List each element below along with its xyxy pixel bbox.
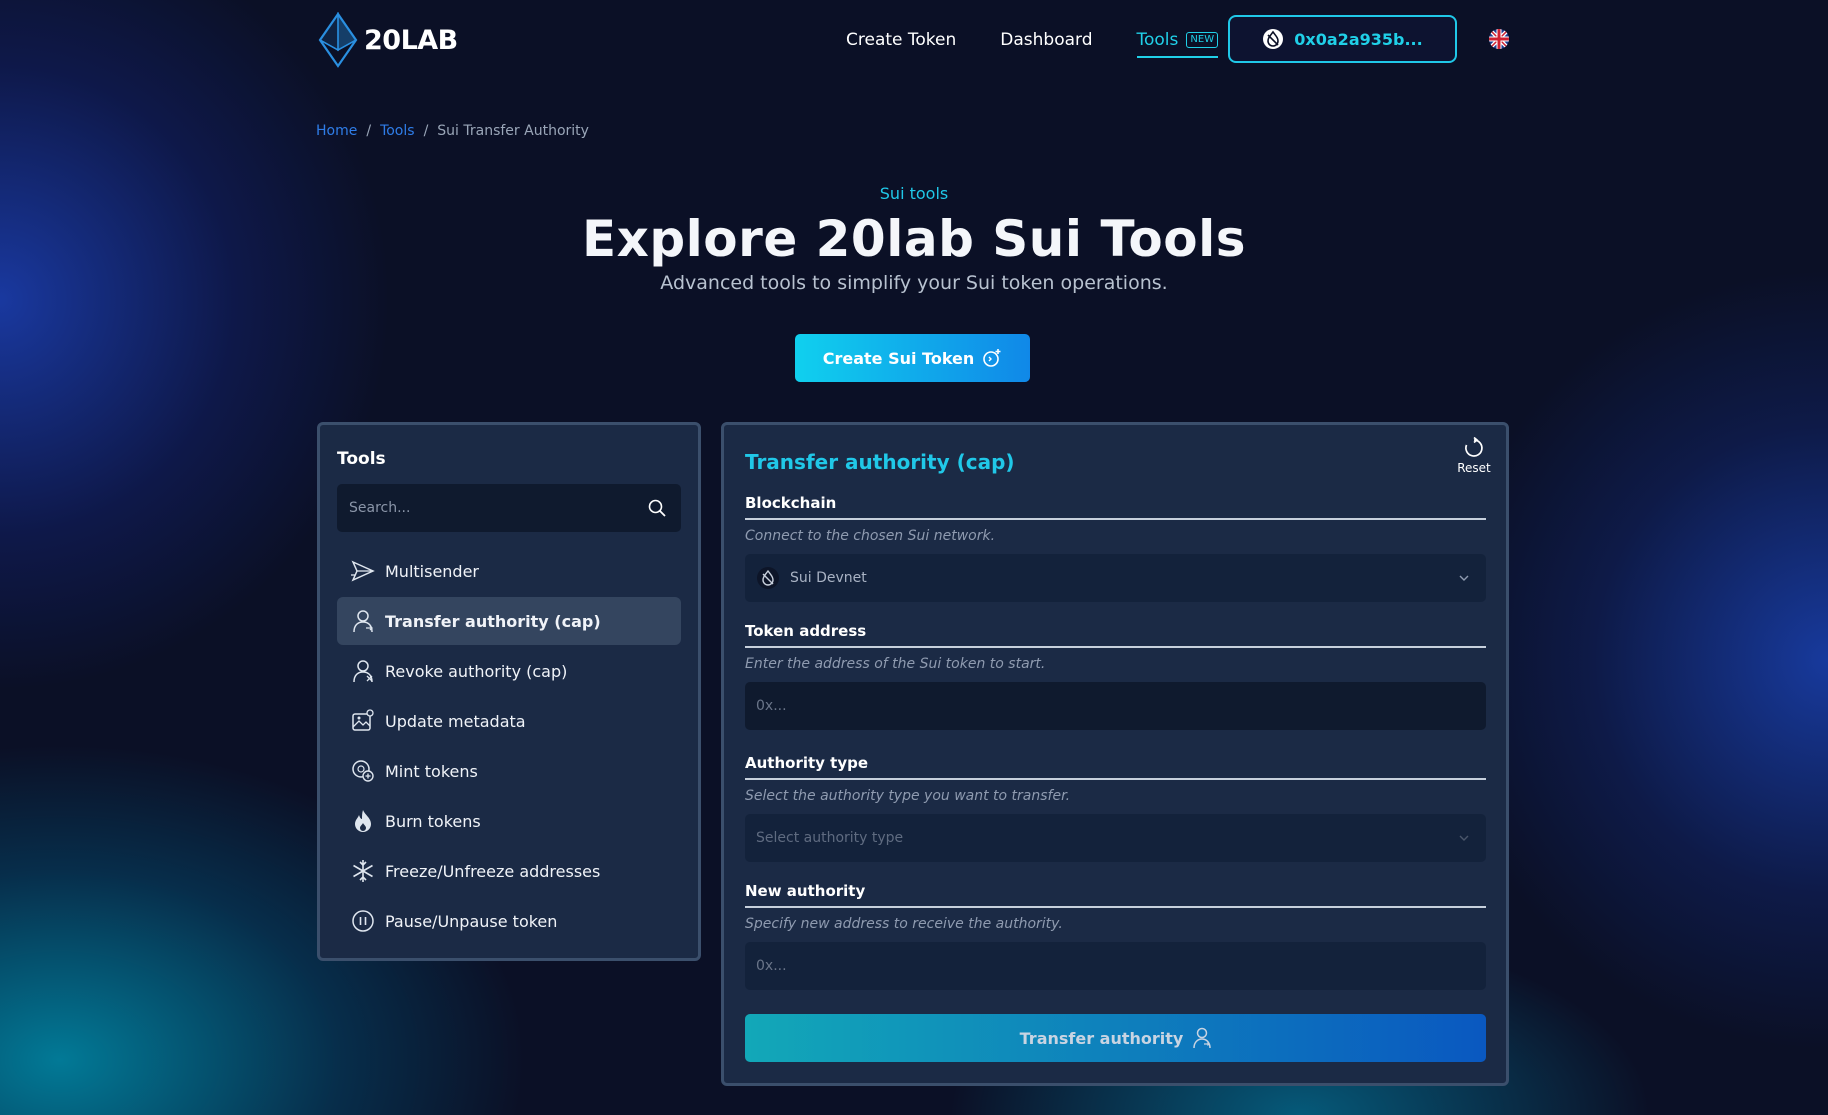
breadcrumb-separator: / — [366, 123, 372, 139]
authority-type-label: Authority type — [745, 754, 1486, 780]
tool-item-label: Multisender — [385, 561, 480, 581]
tools-sidebar-title: Tools — [337, 449, 386, 469]
authority-type-placeholder: Select authority type — [756, 830, 904, 846]
tools-search-input[interactable] — [337, 484, 637, 532]
sui-network-icon — [1263, 29, 1284, 49]
authority-type-field: Authority type Select the authority type… — [745, 754, 1486, 862]
main-nav: Create Token Dashboard Tools NEW — [846, 22, 1238, 58]
token-address-input[interactable] — [756, 698, 1486, 714]
tool-item-label: Pause/Unpause token — [385, 911, 558, 931]
transfer-authority-label: Transfer authority — [1019, 1028, 1184, 1048]
tool-item-label: Freeze/Unfreeze addresses — [385, 861, 601, 881]
authority-type-help: Select the authority type you want to tr… — [745, 788, 1071, 804]
transfer-authority-button[interactable]: Transfer authority — [745, 1014, 1486, 1062]
coin-sparkle-icon — [983, 349, 1001, 367]
nav-create-token[interactable]: Create Token — [846, 30, 956, 50]
reset-label: Reset — [1457, 461, 1491, 475]
top-header: 20LAB Create Token Dashboard Tools NEW 0… — [0, 0, 1828, 80]
chevron-down-icon — [1459, 575, 1469, 581]
coin-plus-icon — [351, 759, 375, 783]
user-transfer-icon — [351, 609, 375, 633]
tool-item-update-metadata[interactable]: Update metadata — [337, 697, 681, 745]
ethereum-diamond-logo-icon — [318, 12, 358, 68]
new-authority-box — [745, 942, 1486, 990]
tool-item-label: Transfer authority (cap) — [385, 611, 601, 631]
nav-tools-label: Tools — [1136, 30, 1179, 50]
image-edit-icon — [351, 709, 375, 733]
hero-subtitle: Advanced tools to simplify your Sui toke… — [660, 272, 1168, 294]
wallet-address: 0x0a2a935b... — [1294, 29, 1423, 49]
breadcrumb: Home / Tools / Sui Transfer Authority — [316, 123, 589, 139]
tool-item-freeze-addresses[interactable]: Freeze/Unfreeze addresses — [337, 847, 681, 895]
brand-name: 20LAB — [364, 24, 458, 56]
create-sui-token-label: Create Sui Token — [822, 348, 975, 368]
tool-item-multisender[interactable]: Multisender — [337, 547, 681, 595]
tools-sidebar: Tools Multisender Transfer authority (ca… — [317, 422, 701, 961]
create-sui-token-button[interactable]: Create Sui Token — [795, 334, 1030, 382]
authority-type-select[interactable]: Select authority type — [745, 814, 1486, 862]
language-flag-icon[interactable] — [1489, 29, 1509, 49]
page-title: Explore 20lab Sui Tools — [581, 210, 1247, 268]
new-authority-input[interactable] — [756, 958, 1486, 974]
send-icon — [351, 559, 375, 583]
tools-search — [337, 484, 681, 532]
token-address-label: Token address — [745, 622, 1486, 648]
brand-logo[interactable]: 20LAB — [316, 12, 458, 68]
search-icon[interactable] — [647, 498, 667, 518]
tool-item-revoke-authority[interactable]: Revoke authority (cap) — [337, 647, 681, 695]
transfer-authority-form: Transfer authority (cap) Reset Blockchai… — [721, 422, 1509, 1086]
tool-item-mint-tokens[interactable]: Mint tokens — [337, 747, 681, 795]
form-title: Transfer authority (cap) — [745, 450, 1015, 474]
token-address-help: Enter the address of the Sui token to st… — [745, 656, 1046, 672]
tool-item-label: Mint tokens — [385, 761, 478, 781]
token-address-field: Token address Enter the address of the S… — [745, 622, 1486, 730]
reset-button[interactable]: Reset — [1456, 437, 1492, 475]
blockchain-help: Connect to the chosen Sui network. — [745, 528, 996, 544]
pause-icon — [351, 909, 375, 933]
new-badge: NEW — [1186, 32, 1219, 48]
wallet-button[interactable]: 0x0a2a935b... — [1228, 15, 1457, 63]
hero-eyebrow: Sui tools — [879, 184, 949, 203]
user-revoke-icon — [351, 659, 375, 683]
blockchain-select[interactable]: Sui Devnet — [745, 554, 1486, 602]
token-address-box — [745, 682, 1486, 730]
blockchain-label: Blockchain — [745, 494, 1486, 520]
new-authority-help: Specify new address to receive the autho… — [745, 916, 1063, 932]
tool-item-label: Burn tokens — [385, 811, 481, 831]
reset-icon — [1465, 437, 1483, 457]
sui-network-icon — [757, 567, 779, 589]
user-transfer-icon — [1193, 1027, 1212, 1049]
flame-icon — [351, 809, 375, 833]
breadcrumb-home[interactable]: Home — [316, 123, 357, 139]
tool-item-burn-tokens[interactable]: Burn tokens — [337, 797, 681, 845]
tool-item-label: Update metadata — [385, 711, 526, 731]
blockchain-field: Blockchain Connect to the chosen Sui net… — [745, 494, 1486, 602]
breadcrumb-current: Sui Transfer Authority — [437, 123, 589, 139]
breadcrumb-tools[interactable]: Tools — [380, 123, 415, 139]
new-authority-label: New authority — [745, 882, 1486, 908]
tool-item-transfer-authority[interactable]: Transfer authority (cap) — [337, 597, 681, 645]
snowflake-icon — [351, 859, 375, 883]
chevron-down-icon — [1459, 835, 1469, 841]
tool-item-label: Revoke authority (cap) — [385, 661, 568, 681]
nav-tools[interactable]: Tools NEW — [1136, 30, 1219, 58]
nav-dashboard[interactable]: Dashboard — [1000, 30, 1092, 50]
new-authority-field: New authority Specify new address to rec… — [745, 882, 1486, 990]
blockchain-selected-value: Sui Devnet — [790, 570, 867, 586]
tool-item-pause-token[interactable]: Pause/Unpause token — [337, 897, 681, 945]
breadcrumb-separator: / — [423, 123, 429, 139]
tools-list: Multisender Transfer authority (cap) Rev… — [337, 547, 681, 947]
